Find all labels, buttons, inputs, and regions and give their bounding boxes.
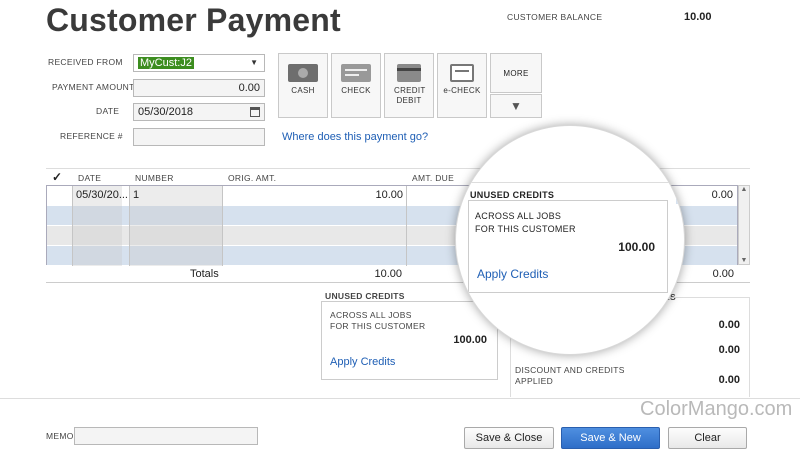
customer-balance-label: CUSTOMER BALANCE xyxy=(507,12,603,22)
totals-orig: 10.00 xyxy=(374,268,402,280)
chevron-down-icon: ▼ xyxy=(510,99,522,113)
row-payment: 0.00 xyxy=(711,189,733,201)
more-button[interactable]: MORE xyxy=(490,53,542,93)
echeck-button[interactable]: e-CHECK xyxy=(437,53,487,118)
date-value: 05/30/2018 xyxy=(138,106,194,118)
magnified-amount: 100.00 xyxy=(618,240,655,254)
cash-label: CASH xyxy=(291,86,315,95)
watermark-text: ColorMango.com xyxy=(640,398,793,420)
check-column-header[interactable]: ✓ xyxy=(52,170,62,184)
credit-card-icon xyxy=(397,64,421,82)
summary-value-2: 0.00 xyxy=(718,344,740,356)
check-icon xyxy=(341,64,371,82)
apply-credits-link[interactable]: Apply Credits xyxy=(330,356,395,368)
discount-label-1: DISCOUNT AND CREDITS xyxy=(515,365,625,375)
row-date: 05/30/20... xyxy=(76,189,128,201)
save-close-button[interactable]: Save & Close xyxy=(464,427,554,449)
discount-value: 0.00 xyxy=(718,374,740,386)
column-header-orig-amt[interactable]: ORIG. AMT. xyxy=(228,173,276,183)
discount-label-2: APPLIED xyxy=(515,376,554,386)
magnifier-divider xyxy=(456,182,684,183)
credits-subtitle-1: ACROSS ALL JOBS xyxy=(330,310,412,320)
summary-value-1: 0.00 xyxy=(718,319,740,331)
cash-icon xyxy=(288,64,318,82)
magnified-subtitle-2: FOR THIS CUSTOMER xyxy=(475,224,576,234)
echeck-label: e-CHECK xyxy=(443,86,481,95)
table-scrollbar[interactable]: ▲ ▼ xyxy=(738,185,750,265)
credits-amount: 100.00 xyxy=(453,334,487,346)
row-number: 1 xyxy=(133,189,140,201)
totals-label: Totals xyxy=(190,268,219,280)
check-button[interactable]: CHECK xyxy=(331,53,381,118)
magnifier-circle: UNUSED CREDITS ACROSS ALL JOBS FOR THIS … xyxy=(455,125,685,355)
echeck-icon xyxy=(450,64,474,82)
magnifier-row-fill xyxy=(676,184,684,204)
column-header-amt-due[interactable]: AMT. DUE xyxy=(412,173,454,183)
credits-subtitle-2: FOR THIS CUSTOMER xyxy=(330,321,426,331)
received-from-dropdown[interactable]: MyCust:J2 ▼ xyxy=(133,54,265,72)
column-divider xyxy=(222,186,223,266)
calendar-icon[interactable] xyxy=(250,107,260,117)
column-header-number[interactable]: NUMBER xyxy=(135,173,174,183)
magnified-apply-credits-link[interactable]: Apply Credits xyxy=(477,267,548,281)
more-dropdown-button[interactable]: ▼ xyxy=(490,94,542,118)
date-field[interactable]: 05/30/2018 xyxy=(133,103,265,121)
column-header-date[interactable]: DATE xyxy=(78,173,101,183)
check-label: CHECK xyxy=(341,86,371,95)
payment-amount-label: PAYMENT AMOUNT xyxy=(52,82,135,92)
clear-button[interactable]: Clear xyxy=(668,427,747,449)
magnified-subtitle-1: ACROSS ALL JOBS xyxy=(475,211,562,221)
column-divider xyxy=(406,186,407,266)
received-from-value: MyCust:J2 xyxy=(138,57,194,69)
chevron-down-icon: ▼ xyxy=(250,58,258,67)
number-column xyxy=(130,186,222,266)
memo-field[interactable] xyxy=(74,427,258,445)
unused-credits-panel: ACROSS ALL JOBS FOR THIS CUSTOMER 100.00… xyxy=(321,301,498,380)
customer-balance-value: 10.00 xyxy=(684,11,712,23)
save-new-button[interactable]: Save & New xyxy=(561,427,660,449)
scroll-down-icon[interactable]: ▼ xyxy=(739,257,749,264)
unused-credits-title: UNUSED CREDITS xyxy=(325,291,405,301)
totals-payment: 0.00 xyxy=(712,268,734,280)
page-title: Customer Payment xyxy=(46,2,341,38)
received-from-label: RECEIVED FROM xyxy=(48,57,123,67)
cash-button[interactable]: CASH xyxy=(278,53,328,118)
reference-field[interactable] xyxy=(133,128,265,146)
reference-label: REFERENCE # xyxy=(60,131,123,141)
credit-debit-label: CREDIT DEBIT xyxy=(394,86,426,105)
row-orig-amt: 10.00 xyxy=(375,189,403,201)
magnified-credits-title: UNUSED CREDITS xyxy=(470,190,555,200)
scroll-up-icon[interactable]: ▲ xyxy=(739,186,749,193)
date-label: DATE xyxy=(96,106,120,116)
payment-amount-field[interactable]: 0.00 xyxy=(133,79,265,97)
memo-label: MEMO xyxy=(46,431,74,441)
magnified-credits-panel: ACROSS ALL JOBS FOR THIS CUSTOMER 100.00… xyxy=(468,200,668,293)
credit-debit-button[interactable]: CREDIT DEBIT xyxy=(384,53,434,118)
where-payment-goes-link[interactable]: Where does this payment go? xyxy=(282,131,428,143)
